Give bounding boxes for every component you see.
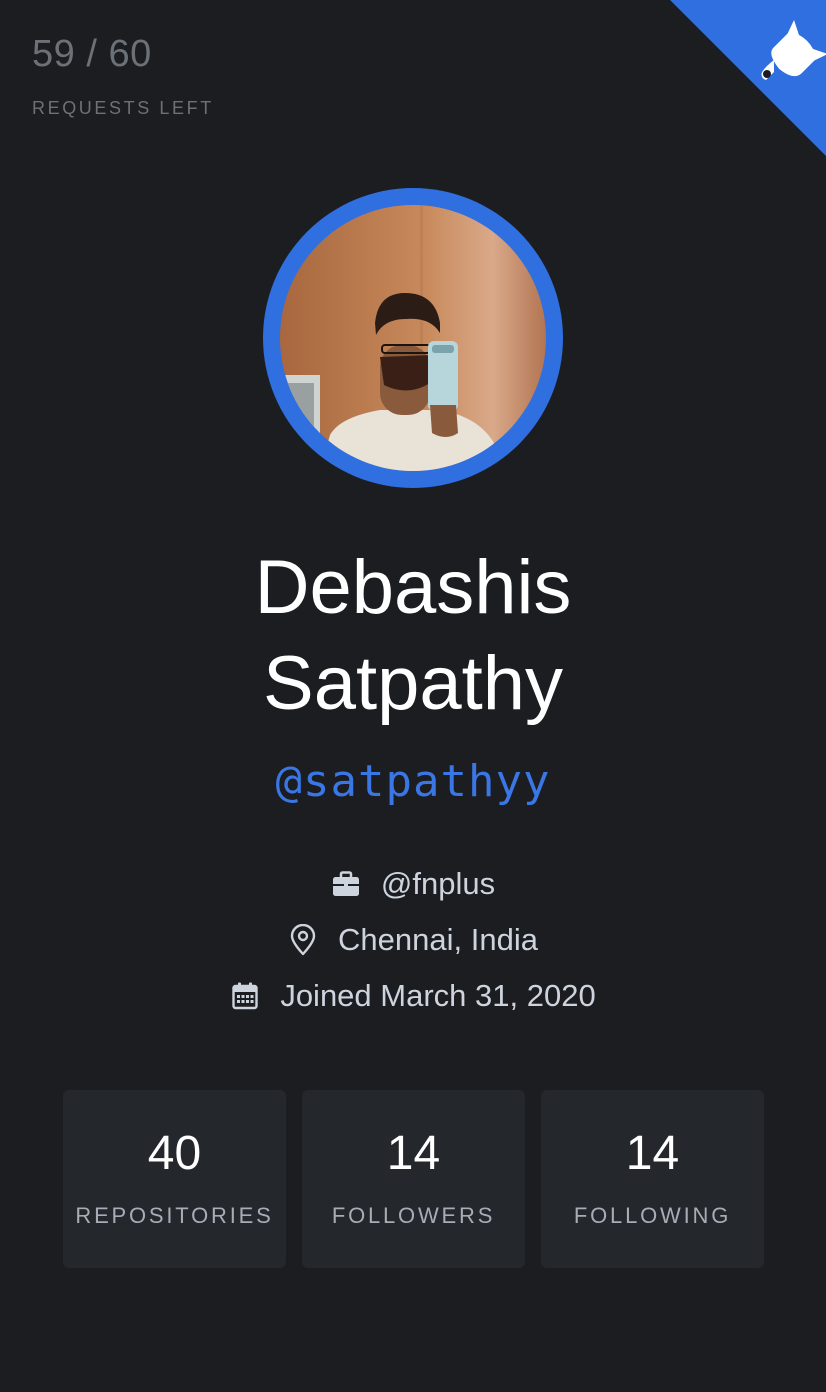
joined-text: Joined March 31, 2020 (280, 978, 596, 1013)
joined-row: Joined March 31, 2020 (0, 968, 826, 1024)
profile-login-link[interactable]: @satpathyy (0, 752, 826, 812)
github-corner-link[interactable] (670, 0, 826, 156)
stats: 40 REPOSITORIES 14 FOLLOWERS 14 FOLLOWIN… (63, 1090, 764, 1268)
profile-name-line1: Debashis (254, 545, 572, 630)
map-pin-icon (288, 924, 318, 956)
profile-info: @fnplus Chennai, India Joined March 31, … (0, 856, 826, 1024)
stat-followers[interactable]: 14 FOLLOWERS (302, 1090, 525, 1268)
location-text: Chennai, India (338, 922, 538, 957)
rate-limit: 59 / 60 REQUESTS LEFT (32, 30, 214, 120)
location-row: Chennai, India (0, 912, 826, 968)
stat-repositories[interactable]: 40 REPOSITORIES (63, 1090, 286, 1268)
rate-limit-label: REQUESTS LEFT (32, 98, 214, 118)
stat-value: 14 (386, 1127, 441, 1180)
avatar (263, 188, 563, 488)
briefcase-icon (331, 869, 361, 899)
company-row: @fnplus (0, 856, 826, 912)
stat-following[interactable]: 14 FOLLOWING (541, 1090, 764, 1268)
user-avatar-icon (280, 205, 546, 471)
avatar-photo (280, 205, 546, 471)
stat-label: REPOSITORIES (75, 1203, 274, 1228)
stat-value: 14 (625, 1127, 680, 1180)
stat-label: FOLLOWING (573, 1203, 732, 1228)
calendar-icon (230, 981, 260, 1011)
profile-name-line2: Satpathy (263, 641, 563, 726)
profile-name: Debashis Satpathy (0, 540, 826, 732)
rate-limit-count: 59 / 60 (32, 33, 152, 75)
company-text: @fnplus (380, 866, 496, 901)
github-octocat-icon (670, 0, 826, 156)
stat-label: FOLLOWERS (331, 1203, 496, 1228)
stat-value: 40 (147, 1127, 202, 1180)
